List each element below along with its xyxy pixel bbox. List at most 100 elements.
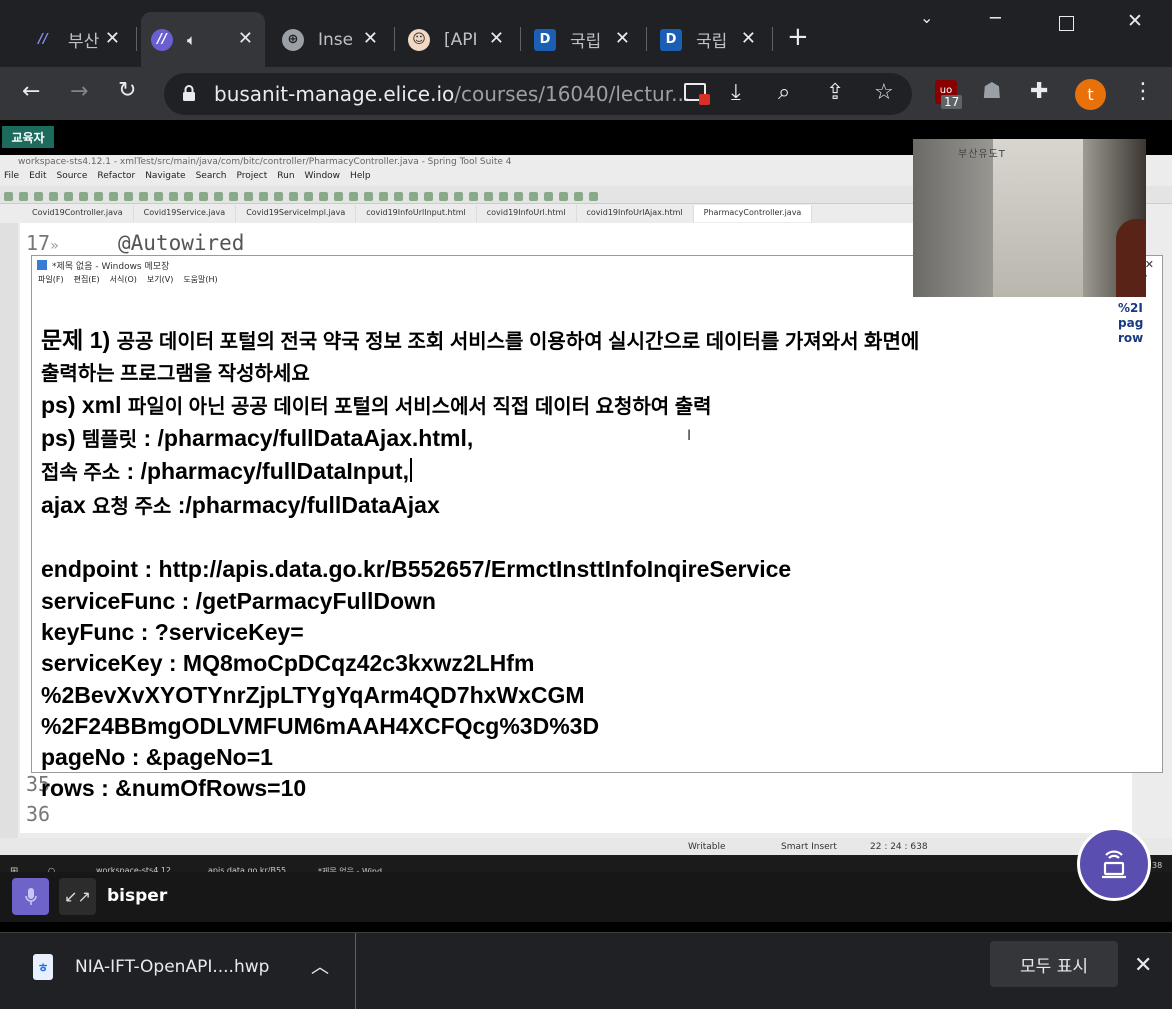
tab-close-icon[interactable]: ✕ bbox=[489, 28, 504, 49]
bookmark-star-icon[interactable]: ☆ bbox=[874, 82, 894, 104]
broadcast-button[interactable] bbox=[1077, 827, 1151, 901]
tab-close-icon[interactable]: ✕ bbox=[238, 28, 253, 49]
profile-avatar[interactable]: t bbox=[1075, 79, 1106, 110]
install-app-icon[interactable]: ⤓ bbox=[731, 82, 741, 104]
text-line: keyFunc : ?serviceKey= bbox=[41, 618, 304, 645]
notepad-menu-item[interactable]: 보기(V) bbox=[147, 274, 173, 288]
ide-menu-item[interactable]: Run bbox=[277, 171, 294, 185]
tab-inse[interactable]: ⊕ Inse ✕ bbox=[272, 12, 390, 67]
notepad-menu-item[interactable]: 편집(E) bbox=[74, 274, 100, 288]
tab-api[interactable]: ☺ [API ✕ bbox=[398, 12, 516, 67]
ide-menu-item[interactable]: Navigate bbox=[145, 171, 185, 185]
elice-slash-icon: // bbox=[151, 28, 173, 51]
notepad-icon bbox=[37, 260, 47, 270]
text-line: 출력하는 프로그램을 작성하세요 bbox=[41, 362, 310, 385]
text-line: endpoint : http://apis.data.go.kr/B55265… bbox=[41, 556, 792, 583]
forward-button[interactable]: → bbox=[70, 81, 88, 103]
webcam-person bbox=[1116, 219, 1146, 297]
new-tab-button[interactable]: + bbox=[787, 24, 809, 50]
back-button[interactable]: ← bbox=[22, 81, 40, 103]
tab-close-icon[interactable]: ✕ bbox=[363, 28, 378, 49]
divider bbox=[355, 933, 356, 1009]
notepad-window: *제목 없음 - Windows 메모장 ✕ 파일(F) 편집(E) 서식(O)… bbox=[31, 255, 1163, 801]
tab-busan[interactable]: // 부산 ✕ bbox=[22, 12, 132, 67]
ide-tab[interactable]: Covid19Controller.java bbox=[22, 205, 134, 222]
lock-icon[interactable] bbox=[182, 84, 196, 102]
elice-slash-icon: // bbox=[38, 32, 48, 47]
webcam-sign-text: 부산유도T bbox=[958, 149, 1006, 160]
show-all-button[interactable]: 모두 표시 bbox=[990, 941, 1118, 987]
taskbar-clock: 38 bbox=[1152, 861, 1163, 870]
minimize-button[interactable]: ─ bbox=[990, 8, 1001, 29]
tab-gukrip-1[interactable]: D 국립 ✕ bbox=[524, 12, 642, 67]
share-icon[interactable]: ⇪ bbox=[826, 82, 844, 104]
globe-icon: ⊕ bbox=[282, 28, 304, 51]
ide-menu-item[interactable]: Project bbox=[236, 171, 267, 185]
download-file-name[interactable]: NIA-IFT-OpenAPI....hwp bbox=[75, 957, 269, 977]
webcam-video[interactable]: 부산유도T bbox=[913, 139, 1146, 297]
tab-close-icon[interactable]: ✕ bbox=[615, 28, 630, 49]
notepad-menu-item[interactable]: 서식(O) bbox=[110, 274, 137, 288]
robot-extension-icon[interactable]: ☗ bbox=[982, 81, 1002, 103]
ide-menubar: File Edit Source Refactor Navigate Searc… bbox=[4, 171, 371, 185]
tab-strip: // 부산 ✕ // 🔈︎ ✕ ⊕ Inse ✕ ☺ [API ✕ D 국립 ✕… bbox=[0, 0, 1172, 67]
zoom-icon[interactable]: ⌕ bbox=[778, 82, 790, 104]
ide-menu-item[interactable]: Source bbox=[57, 171, 88, 185]
notepad-menu-item[interactable]: 파일(F) bbox=[38, 274, 64, 288]
reload-button[interactable]: ↻ bbox=[118, 80, 136, 102]
chevron-up-icon[interactable]: ︿ bbox=[311, 953, 329, 979]
speaker-icon[interactable]: 🔈︎ bbox=[187, 31, 196, 49]
close-window-button[interactable]: ✕ bbox=[1127, 10, 1143, 32]
text-line: pageNo : &pageNo=1 bbox=[41, 744, 273, 771]
ide-menu-item[interactable]: Help bbox=[350, 171, 371, 185]
ide-side-toolbar bbox=[0, 223, 18, 853]
tab-close-icon[interactable]: ✕ bbox=[741, 28, 756, 49]
url-text[interactable]: busanit-manage.elice.io/courses/16040/le… bbox=[214, 82, 690, 106]
text-line: serviceFunc : /getParmacyFullDown bbox=[41, 587, 436, 614]
tab-active[interactable]: // 🔈︎ ✕ bbox=[141, 12, 265, 67]
mic-button[interactable] bbox=[12, 878, 49, 915]
text-line: %2BevXvXYOTYnrZjpLTYgYqArm4QD7hxWxCGM bbox=[41, 681, 585, 708]
tab-gukrip-2[interactable]: D 국립 ✕ bbox=[650, 12, 768, 67]
ide-menu-item[interactable]: File bbox=[4, 171, 19, 185]
ide-tab[interactable]: covid19InfoUrlAjax.html bbox=[577, 205, 694, 222]
ide-tab[interactable]: Covid19ServiceImpl.java bbox=[236, 205, 357, 222]
text-line: ps) xml 파일이 아닌 공공 데이터 포털의 서비스에서 직접 데이터 요… bbox=[41, 391, 712, 418]
notepad-menubar: 파일(F) 편집(E) 서식(O) 보기(V) 도움말(H) bbox=[38, 274, 218, 288]
close-shelf-icon[interactable]: ✕ bbox=[1134, 953, 1152, 978]
broadcast-laptop-icon bbox=[1102, 850, 1126, 879]
minimize-arrows-icon[interactable]: ↙↗ bbox=[59, 878, 96, 915]
tab-close-icon[interactable]: ✕ bbox=[105, 28, 120, 49]
menu-kebab-icon[interactable]: ⋮ bbox=[1132, 81, 1154, 103]
notepad-menu-item[interactable]: 도움말(H) bbox=[183, 274, 217, 288]
role-badge: 교육자 bbox=[2, 126, 54, 148]
ide-tab-active[interactable]: PharmacyController.java bbox=[693, 205, 813, 222]
mouse-ibeam-cursor: I bbox=[687, 428, 692, 444]
ide-menu-item[interactable]: Edit bbox=[29, 171, 46, 185]
address-bar[interactable]: busanit-manage.elice.io/courses/16040/le… bbox=[164, 73, 912, 115]
maximize-button[interactable] bbox=[1059, 16, 1074, 31]
tab-title: Inse bbox=[318, 29, 352, 50]
ide-tab[interactable]: covid19InfoUrl.html bbox=[477, 205, 577, 222]
tab-title: 국립 bbox=[696, 32, 728, 52]
browser-toolbar: ← → ↻ busanit-manage.elice.io/courses/16… bbox=[0, 67, 1172, 120]
ide-menu-item[interactable]: Refactor bbox=[97, 171, 135, 185]
tab-search-icon[interactable]: ⌄ bbox=[920, 8, 933, 27]
ide-menu-item[interactable]: Window bbox=[305, 171, 341, 185]
camera-blocked-icon[interactable] bbox=[684, 83, 710, 105]
tab-title: 국립 bbox=[570, 32, 602, 52]
text-line: rows : &numOfRows=10 bbox=[41, 775, 307, 802]
ide-tab[interactable]: covid19InfoUrlInput.html bbox=[356, 205, 477, 222]
line-number: 17» bbox=[26, 231, 59, 255]
d-logo-icon: D bbox=[660, 28, 682, 51]
avatar-icon: ☺ bbox=[408, 28, 430, 51]
extensions-puzzle-icon[interactable]: ✚ bbox=[1030, 81, 1048, 103]
ide-menu-item[interactable]: Search bbox=[196, 171, 227, 185]
notepad-text-area[interactable]: 문제 1) 공공 데이터 포털의 전국 약국 정보 조회 서비스를 이용하여 실… bbox=[41, 294, 1151, 867]
text-line: serviceKey : MQ8moCpDCqz42c3kxwz2LHfm bbox=[41, 650, 535, 677]
tab-title: [API bbox=[444, 29, 478, 50]
ide-tab[interactable]: Covid19Service.java bbox=[134, 205, 237, 222]
text-line: ajax 요청 주소 :/pharmacy/fullDataAjax bbox=[41, 491, 440, 518]
presenter-bar: ↙↗ bisper bbox=[0, 872, 1172, 922]
